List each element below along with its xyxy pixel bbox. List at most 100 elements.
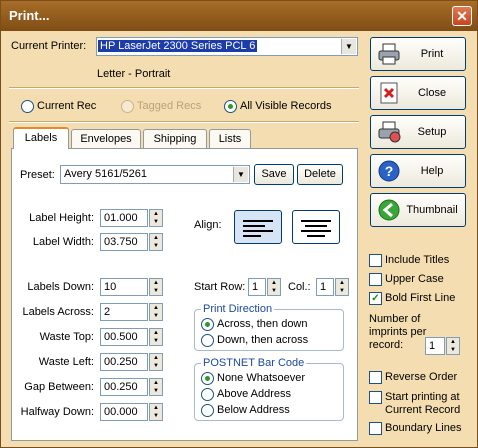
delete-preset-button[interactable]: Delete [297, 164, 343, 185]
waste-left-label: Waste Left: [38, 356, 94, 368]
preset-select[interactable]: Avery 5161/5261 ▼ [60, 165, 250, 184]
col-input[interactable]: 1 ▲ ▼ [316, 278, 349, 296]
boundary-lines-checkbox[interactable] [369, 422, 382, 435]
current-printer-label: Current Printer: [11, 40, 87, 52]
spinner[interactable]: ▲ ▼ [149, 403, 163, 421]
current-rec-radio[interactable] [21, 100, 34, 113]
label-height-label: Label Height: [29, 212, 94, 224]
print-button[interactable]: Print [370, 37, 466, 71]
upper-case-checkbox[interactable] [369, 273, 382, 286]
label-height-input[interactable]: 01.000 ▲ ▼ [100, 209, 163, 227]
spinner[interactable]: ▲ ▼ [267, 278, 281, 296]
bold-first-line-checkbox[interactable]: ✓ [369, 292, 382, 305]
tab-envelopes[interactable]: Envelopes [71, 129, 141, 149]
tab-lists-text: Lists [218, 133, 242, 145]
imprints-input[interactable]: 1 ▲ ▼ [425, 337, 460, 355]
spinner[interactable]: ▲ ▼ [149, 378, 163, 396]
window-title: Print... [9, 8, 50, 23]
postnet-below-radio[interactable] [201, 404, 214, 417]
postnet-title: POSTNET Bar Code [201, 357, 307, 369]
across-then-down-label: Across, then down [217, 318, 308, 330]
labels-panel: Preset: Avery 5161/5261 ▼ Save Delete La… [11, 148, 358, 441]
label-width-label: Label Width: [32, 236, 94, 248]
imprints-value: 1 [429, 340, 436, 352]
close-button[interactable]: Close [370, 76, 466, 110]
tab-labels[interactable]: Labels [13, 127, 69, 149]
close-window-button[interactable]: ✕ [452, 6, 472, 26]
printer-icon [378, 43, 400, 65]
title-bar: Print... ✕ [1, 1, 477, 31]
spinner[interactable]: ▲ ▼ [335, 278, 349, 296]
labels-across-value: 2 [104, 306, 111, 318]
upper-case-label: Upper Case [385, 273, 444, 285]
spinner[interactable]: ▲ ▼ [149, 303, 163, 321]
print-direction-group: Print Direction Across, then down Down, … [194, 303, 344, 351]
tab-lists[interactable]: Lists [209, 129, 251, 149]
help-button[interactable]: ? Help [370, 154, 466, 188]
tab-shipping-text: Shipping [153, 133, 197, 145]
print-direction-title: Print Direction [201, 303, 275, 315]
postnet-above-radio[interactable] [201, 388, 214, 401]
postnet-none-label: None Whatsoever [217, 372, 306, 384]
labels-across-input[interactable]: 2 ▲ ▼ [100, 303, 163, 321]
align-label: Align: [194, 219, 222, 231]
tab-shipping[interactable]: Shipping [143, 129, 207, 149]
waste-top-value: 00.500 [104, 331, 138, 343]
start-row-label: Start Row: [194, 281, 246, 293]
col-label: Col.: [288, 281, 311, 293]
waste-left-input[interactable]: 00.250 ▲ ▼ [100, 353, 163, 371]
arrow-left-icon [378, 199, 400, 221]
spinner[interactable]: ▲ ▼ [149, 278, 163, 296]
close-icon: ✕ [456, 8, 468, 24]
close-doc-icon [380, 82, 398, 104]
align-center-button[interactable] [292, 210, 340, 244]
reverse-order-checkbox[interactable] [369, 371, 382, 384]
across-then-down-radio[interactable] [201, 318, 214, 331]
chevron-down-icon[interactable]: ▼ [233, 167, 248, 182]
waste-top-label: Waste Top: [39, 331, 94, 343]
boundary-lines-label: Boundary Lines [385, 422, 462, 434]
printer-setup-icon [378, 121, 401, 143]
label-width-value: 03.750 [104, 236, 138, 248]
spinner[interactable]: ▲ ▼ [149, 209, 163, 227]
help-button-label: Help [420, 165, 444, 177]
setup-button[interactable]: Setup [370, 115, 466, 149]
thumbnail-button-label: Thumbnail [406, 204, 458, 216]
spinner[interactable]: ▲ ▼ [149, 328, 163, 346]
preset-label: Preset: [20, 169, 55, 181]
thumbnail-button[interactable]: Thumbnail [370, 193, 466, 227]
include-titles-label: Include Titles [385, 254, 450, 266]
spinner[interactable]: ▲ ▼ [149, 353, 163, 371]
start-current-label: Start printing at Current Record [385, 391, 461, 416]
labels-down-value: 10 [104, 281, 117, 293]
start-current-checkbox[interactable] [369, 391, 382, 404]
current-rec-label: Current Rec [37, 100, 97, 112]
waste-top-input[interactable]: 00.500 ▲ ▼ [100, 328, 163, 346]
setup-button-label: Setup [417, 126, 447, 138]
start-row-input[interactable]: 1 ▲ ▼ [248, 278, 281, 296]
align-left-button[interactable] [234, 210, 282, 244]
chevron-down-icon[interactable]: ▼ [341, 39, 356, 54]
save-preset-button[interactable]: Save [254, 164, 294, 185]
include-titles-checkbox[interactable] [369, 254, 382, 267]
postnet-none-radio[interactable] [201, 372, 214, 385]
halfway-down-input[interactable]: 00.000 ▲ ▼ [100, 403, 163, 421]
halfway-down-value: 00.000 [104, 406, 138, 418]
label-width-input[interactable]: 03.750 ▲ ▼ [100, 233, 163, 251]
tagged-recs-label: Tagged Recs [137, 100, 202, 112]
gap-between-label: Gap Between: [24, 381, 94, 393]
labels-down-input[interactable]: 10 ▲ ▼ [100, 278, 163, 296]
all-visible-radio[interactable] [224, 100, 237, 113]
waste-left-value: 00.250 [104, 356, 138, 368]
print-button-label: Print [420, 48, 444, 60]
tab-labels-text: Labels [24, 132, 58, 144]
down-then-across-radio[interactable] [201, 334, 214, 347]
spinner[interactable]: ▲ ▼ [446, 337, 460, 355]
printer-select[interactable]: HP LaserJet 2300 Series PCL 6 ▼ [96, 37, 358, 56]
spinner[interactable]: ▲ ▼ [149, 233, 163, 251]
gap-between-value: 00.250 [104, 381, 138, 393]
svg-text:?: ? [385, 163, 394, 179]
gap-between-input[interactable]: 00.250 ▲ ▼ [100, 378, 163, 396]
divider [9, 121, 359, 123]
halfway-down-label: Halfway Down: [20, 406, 94, 418]
